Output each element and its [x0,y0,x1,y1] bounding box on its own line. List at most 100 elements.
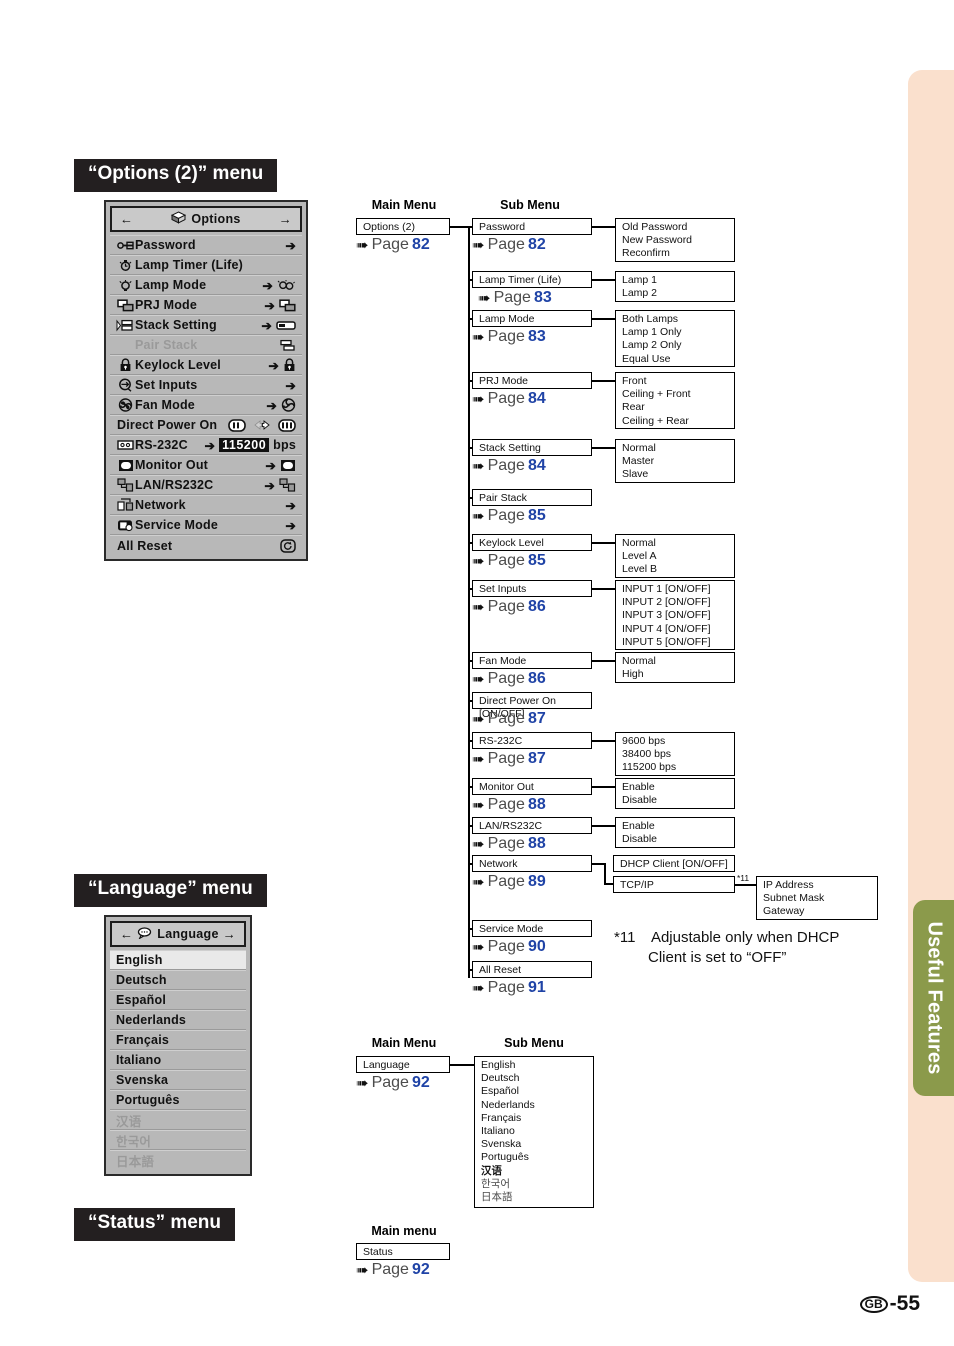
flow-subbox-lamp-timer: Lamp 1 Lamp 2 [615,271,735,302]
arrow-right-icon: ➠ [472,710,485,728]
osd-right: ➔ [285,498,296,513]
flow-page-stack-setting[interactable]: ➠ Page 84 [472,457,546,475]
osd-row-lamp-mode[interactable]: Lamp Mode ➔ [110,275,302,295]
toggle-off-icon[interactable] [278,418,296,432]
flow-page-status[interactable]: ➠ Page 92 [356,1261,430,1279]
flow-box-pair-stack[interactable]: Pair Stack [472,489,592,506]
right-arrow-icon[interactable]: → [223,927,236,942]
flow-page-prj-mode[interactable]: ➠ Page 84 [472,390,546,408]
osd-lang-row-portugues[interactable]: Português [110,1090,246,1110]
flow-box-stack-setting[interactable]: Stack Setting [472,439,592,456]
osd-row-lamp-timer[interactable]: Lamp Timer (Life) [110,255,302,275]
left-arrow-icon[interactable]: ← [120,212,133,227]
flow-page-keylock-level[interactable]: ➠ Page 85 [472,552,546,570]
left-arrow-icon[interactable]: ← [120,927,133,942]
flow-page-direct-power-on[interactable]: ➠ Page 87 [472,710,546,728]
flow-box-options2[interactable]: Options (2) [356,218,450,235]
flow-box-tcpip[interactable]: TCP/IP [613,876,735,893]
chapter-tab-useful-features: Useful Features [913,900,954,1096]
osd-right: ➔ [268,358,296,373]
osd-row-prj-mode[interactable]: PRJ Mode ➔ [110,295,302,315]
osd-row-network[interactable]: Network ➔ [110,495,302,515]
page-word: Page [487,873,525,890]
osd-row-keylock-level[interactable]: Keylock Level ➔ [110,355,302,375]
osd-row-fan-mode[interactable]: Fan Mode ➔ [110,395,302,415]
flow-subbox-password: Old Password New Password Reconfirm [615,218,735,262]
flow-box-all-reset[interactable]: All Reset [472,961,592,978]
osd-row-direct-power-on[interactable]: Direct Power On [110,415,302,435]
osd-right: ➔ [264,298,296,313]
page-word: Page [487,598,525,615]
page-number: 85 [527,507,546,524]
osd-right-arrow: ➔ [262,278,273,293]
flow-box-monitor-out[interactable]: Monitor Out [472,778,592,795]
flow-page-lamp-timer[interactable]: ➠ Page 83 [478,289,552,307]
flow-box-keylock-level[interactable]: Keylock Level [472,534,592,551]
prj-icon [279,298,296,312]
flow-page-password[interactable]: ➠ Page 82 [472,236,546,254]
page-number: 86 [527,598,546,615]
flow-page-fan-mode[interactable]: ➠ Page 86 [472,670,546,688]
flow-page-network[interactable]: ➠ Page 89 [472,873,546,891]
connector-line [592,588,616,590]
sub-item: Reconfirm [622,247,670,260]
osd-row-rs232c[interactable]: RS-232C ➔ 115200 bps [110,435,302,455]
right-arrow-icon[interactable]: → [279,212,292,227]
osd-lang-row-nederlands[interactable]: Nederlands [110,1010,246,1030]
flow-page-set-inputs[interactable]: ➠ Page 86 [472,598,546,616]
flow-box-network[interactable]: Network [472,855,592,872]
connector-line [450,226,470,228]
flow-box-fan-mode[interactable]: Fan Mode [472,652,592,669]
sub-item: Português [481,1151,529,1164]
flow-page-lan-rs232c[interactable]: ➠ Page 88 [472,835,546,853]
flow-box-prj-mode[interactable]: PRJ Mode [472,372,592,389]
flow-box-dhcp-client[interactable]: DHCP Client [ON/OFF] [613,855,735,872]
osd-panel-language: ← Language → English Deutsch Español Ned… [104,915,252,1176]
flow-page-options2[interactable]: ➠ Page 82 [356,236,430,254]
flow-page-lamp-mode[interactable]: ➠ Page 83 [472,328,546,346]
flow-box-lan-rs232c[interactable]: LAN/RS232C [472,817,592,834]
osd-row-set-inputs[interactable]: Set Inputs ➔ [110,375,302,395]
flow-page-service-mode[interactable]: ➠ Page 90 [472,938,546,956]
osd-lang-row-deutsch[interactable]: Deutsch [110,970,246,990]
osd-lang-row-svenska[interactable]: Svenska [110,1070,246,1090]
osd-lang-row-italiano[interactable]: Italiano [110,1050,246,1070]
flow-page-monitor-out[interactable]: ➠ Page 88 [472,796,546,814]
osd-lang-row-chinese[interactable]: 汉语 [110,1110,246,1130]
flow-box-set-inputs[interactable]: Set Inputs [472,580,592,597]
osd-row-password[interactable]: Password ➔ [110,235,302,255]
osd-lang-row-espanol[interactable]: Español [110,990,246,1010]
flow-box-direct-power-on[interactable]: Direct Power On [ON/OFF] [472,692,592,720]
osd-right-arrow: ➔ [266,398,277,413]
flow-box-rs232c[interactable]: RS-232C [472,732,592,749]
toggle-on-icon[interactable] [228,418,246,432]
flow-box-lamp-mode[interactable]: Lamp Mode [472,310,592,327]
flow-box-language[interactable]: Language [356,1056,450,1073]
osd-lang-row-japanese[interactable]: 日本語 [110,1150,246,1170]
osd-row-monitor-out[interactable]: Monitor Out ➔ [110,455,302,475]
flow-box-password[interactable]: Password [472,218,592,235]
page-word: Page [371,236,409,253]
osd-row-all-reset[interactable]: All Reset [110,535,302,555]
page-number: 87 [527,710,546,727]
osd-label: 한국어 [116,1134,152,1149]
osd-lang-row-english[interactable]: English [110,950,246,970]
osd-row-lan-rs232c[interactable]: LAN/RS232C ➔ [110,475,302,495]
flow-box-lamp-timer[interactable]: Lamp Timer (Life) [472,271,592,288]
osd-row-service-mode[interactable]: Service Mode ➔ [110,515,302,535]
flow-page-all-reset[interactable]: ➠ Page 91 [472,979,546,997]
flow-page-rs232c[interactable]: ➠ Page 87 [472,750,546,768]
footnote-marker-tcpip: *11 [737,873,750,883]
flow-box-status[interactable]: Status [356,1243,450,1260]
connector-line [592,825,616,827]
sub-item: Normal [622,442,656,454]
flow-page-pair-stack[interactable]: ➠ Page 85 [472,507,546,525]
osd-lang-row-korean[interactable]: 한국어 [110,1130,246,1150]
flow-page-language[interactable]: ➠ Page 92 [356,1074,430,1092]
osd-lang-row-francais[interactable]: Français [110,1030,246,1050]
page-number: 90 [527,938,546,955]
rs232c-baud-value[interactable]: 115200 [219,438,270,452]
osd-row-stack-setting[interactable]: Stack Setting ➔ [110,315,302,335]
flow-box-service-mode[interactable]: Service Mode [472,920,592,937]
sub-item: Lamp 1 [622,274,658,286]
